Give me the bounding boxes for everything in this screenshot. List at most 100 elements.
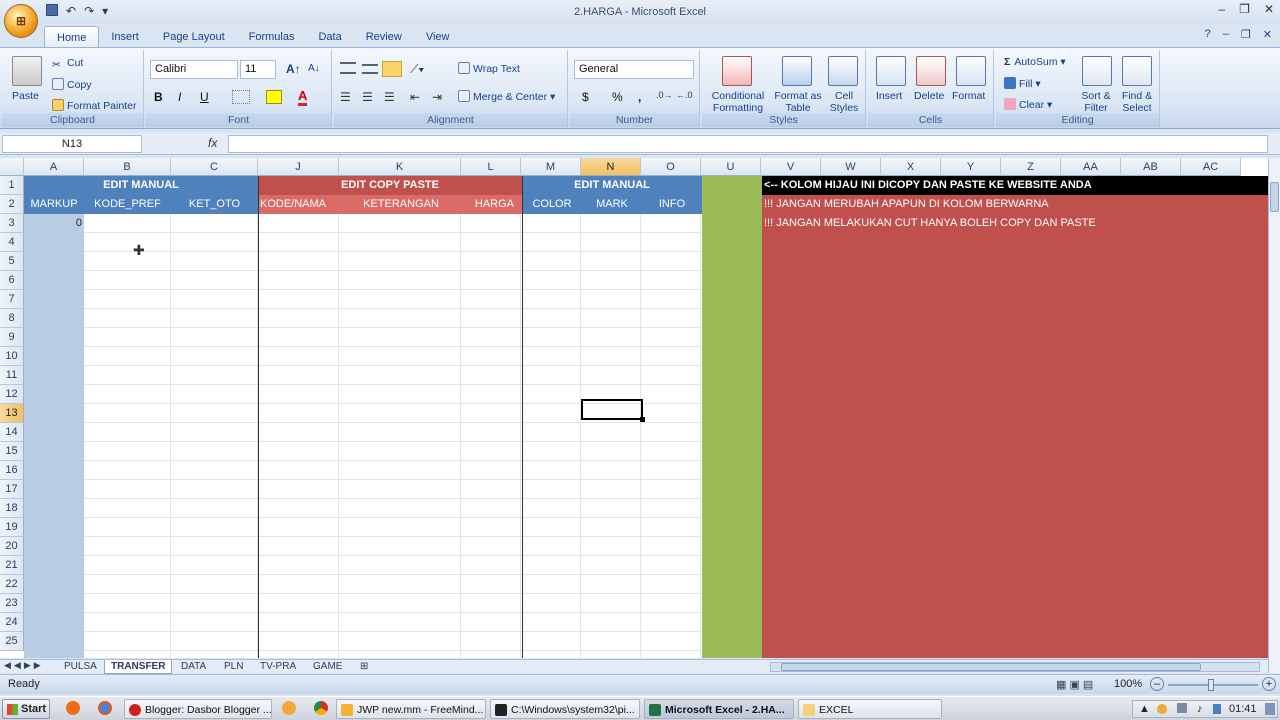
worksheet-grid[interactable]: A B C J K L M N O U V W X Y Z AA AB AC 1 2 3 4 5 6 7 8 9 10 11 12 13 1… [0, 158, 1268, 658]
horizontal-scrollbar[interactable] [770, 662, 1260, 672]
column-header-aa[interactable]: AA [1061, 158, 1121, 176]
row-header-20[interactable]: 20 [0, 537, 24, 556]
decrease-indent-icon[interactable]: ⇤ [410, 90, 420, 104]
ribbon-close-icon[interactable]: ✕ [1263, 28, 1272, 41]
align-left-icon[interactable]: ☰ [340, 90, 351, 104]
zoom-level[interactable]: 100% [1114, 678, 1142, 690]
vertical-scroll-thumb[interactable] [1270, 182, 1279, 212]
row-header-21[interactable]: 21 [0, 556, 24, 575]
horizontal-scroll-thumb[interactable] [781, 663, 1201, 671]
increase-indent-icon[interactable]: ⇥ [432, 90, 442, 104]
header-color[interactable]: COLOR [522, 195, 582, 214]
row-header-11[interactable]: 11 [0, 366, 24, 385]
tab-review[interactable]: Review [354, 26, 414, 48]
borders-icon[interactable] [232, 90, 250, 104]
column-header-m[interactable]: M [521, 158, 581, 176]
row-header-25[interactable]: 25 [0, 632, 24, 651]
task-cmd[interactable]: C:\Windows\system32\pi... [490, 699, 640, 719]
task-blogger[interactable]: Blogger: Dasbor Blogger ... [124, 699, 272, 719]
format-table-button[interactable]: Format as Table [772, 90, 824, 114]
number-format-select[interactable]: General [574, 60, 694, 79]
column-header-z[interactable]: Z [1001, 158, 1061, 176]
row-header-7[interactable]: 7 [0, 290, 24, 309]
conditional-formatting-button[interactable]: Conditional Formatting [708, 90, 768, 114]
binoculars-icon[interactable] [1122, 56, 1152, 86]
percent-button[interactable]: % [612, 90, 623, 104]
column-header-u[interactable]: U [701, 158, 761, 176]
formula-input[interactable] [228, 135, 1268, 153]
sheet-tab-data[interactable]: DATA [175, 660, 212, 674]
comma-button[interactable]: , [638, 90, 641, 104]
function-icon[interactable]: fx [208, 136, 217, 150]
column-header-b[interactable]: B [84, 158, 171, 176]
tab-page-layout[interactable]: Page Layout [151, 26, 237, 48]
zoom-in-icon[interactable]: + [1262, 677, 1276, 691]
header-mark[interactable]: MARK [582, 195, 642, 214]
row-header-10[interactable]: 10 [0, 347, 24, 366]
zoom-slider-thumb[interactable] [1208, 679, 1214, 691]
cut-button[interactable]: ✂ Cut [52, 57, 83, 71]
header-kode-nama[interactable]: KODE/NAMA [260, 195, 340, 214]
tab-view[interactable]: View [414, 26, 462, 48]
merge-center-button[interactable]: Merge & Center ▾ [458, 90, 555, 103]
network-icon[interactable] [1177, 703, 1187, 713]
header-harga[interactable]: HARGA [462, 195, 520, 214]
insert-cells-icon[interactable] [876, 56, 906, 86]
column-header-x[interactable]: X [881, 158, 941, 176]
tray-arrow-icon[interactable]: ▲ [1139, 701, 1150, 717]
zoom-out-icon[interactable]: – [1150, 677, 1164, 691]
row-header-18[interactable]: 18 [0, 499, 24, 518]
orientation-icon[interactable]: ⟋▾ [410, 62, 424, 77]
row-header-15[interactable]: 15 [0, 442, 24, 461]
cell-styles-icon[interactable] [828, 56, 858, 86]
format-painter-button[interactable]: Format Painter [52, 99, 136, 112]
column-header-n[interactable]: N [581, 158, 641, 176]
copy-button[interactable]: Copy [52, 78, 92, 91]
column-header-v[interactable]: V [761, 158, 821, 176]
task-excel[interactable]: Microsoft Excel - 2.HA... [644, 699, 794, 719]
row-header-5[interactable]: 5 [0, 252, 24, 271]
ribbon-restore-icon[interactable]: ❐ [1241, 28, 1251, 41]
tab-data[interactable]: Data [306, 26, 353, 48]
header-edit-manual-2[interactable]: EDIT MANUAL [522, 176, 702, 195]
format-cells-button[interactable]: Format [952, 90, 985, 102]
sort-filter-button[interactable]: Sort & Filter [1076, 90, 1116, 114]
column-header-a[interactable]: A [24, 158, 84, 176]
task-freemind[interactable]: JWP new.mm - FreeMind... [336, 699, 486, 719]
format-cells-icon[interactable] [956, 56, 986, 86]
row-header-2[interactable]: 2 [0, 195, 24, 214]
column-header-w[interactable]: W [821, 158, 881, 176]
sheet-tab-game[interactable]: GAME [307, 660, 348, 674]
column-header-ac[interactable]: AC [1181, 158, 1241, 176]
column-header-ab[interactable]: AB [1121, 158, 1181, 176]
ribbon-minimize-icon[interactable]: – [1223, 28, 1229, 41]
row-header-13[interactable]: 13 [0, 404, 24, 423]
header-info[interactable]: INFO [642, 195, 702, 214]
vertical-scrollbar[interactable] [1268, 158, 1280, 673]
font-name-select[interactable]: Calibri [150, 60, 238, 79]
tab-home[interactable]: Home [44, 26, 100, 48]
clear-button[interactable]: Clear ▾ [1004, 98, 1052, 111]
restore-icon[interactable]: ❐ [1239, 2, 1250, 16]
column-header-y[interactable]: Y [941, 158, 1001, 176]
autosum-button[interactable]: Σ AutoSum ▾ [1004, 56, 1066, 68]
header-markup[interactable]: MARKUP [24, 195, 84, 214]
row-header-19[interactable]: 19 [0, 518, 24, 537]
align-top-icon[interactable] [340, 62, 356, 74]
align-center-icon[interactable]: ☰ [362, 90, 373, 104]
underline-button[interactable]: U [200, 90, 209, 104]
insert-sheet-icon[interactable]: ⊞ [354, 660, 374, 674]
row-header-6[interactable]: 6 [0, 271, 24, 290]
find-select-button[interactable]: Find & Select [1116, 90, 1158, 114]
firefox-icon[interactable] [66, 701, 80, 715]
cell-a3[interactable]: 0 [24, 214, 82, 233]
row-header-4[interactable]: 4 [0, 233, 24, 252]
tab-insert[interactable]: Insert [99, 26, 151, 48]
italic-button[interactable]: I [178, 90, 181, 104]
row-header-12[interactable]: 12 [0, 385, 24, 404]
clock[interactable]: 01:41 [1229, 701, 1257, 717]
browser-icon[interactable] [98, 701, 112, 715]
row-header-3[interactable]: 3 [0, 214, 24, 233]
header-keterangan[interactable]: KETERANGAN [340, 195, 462, 214]
sort-filter-icon[interactable] [1082, 56, 1112, 86]
